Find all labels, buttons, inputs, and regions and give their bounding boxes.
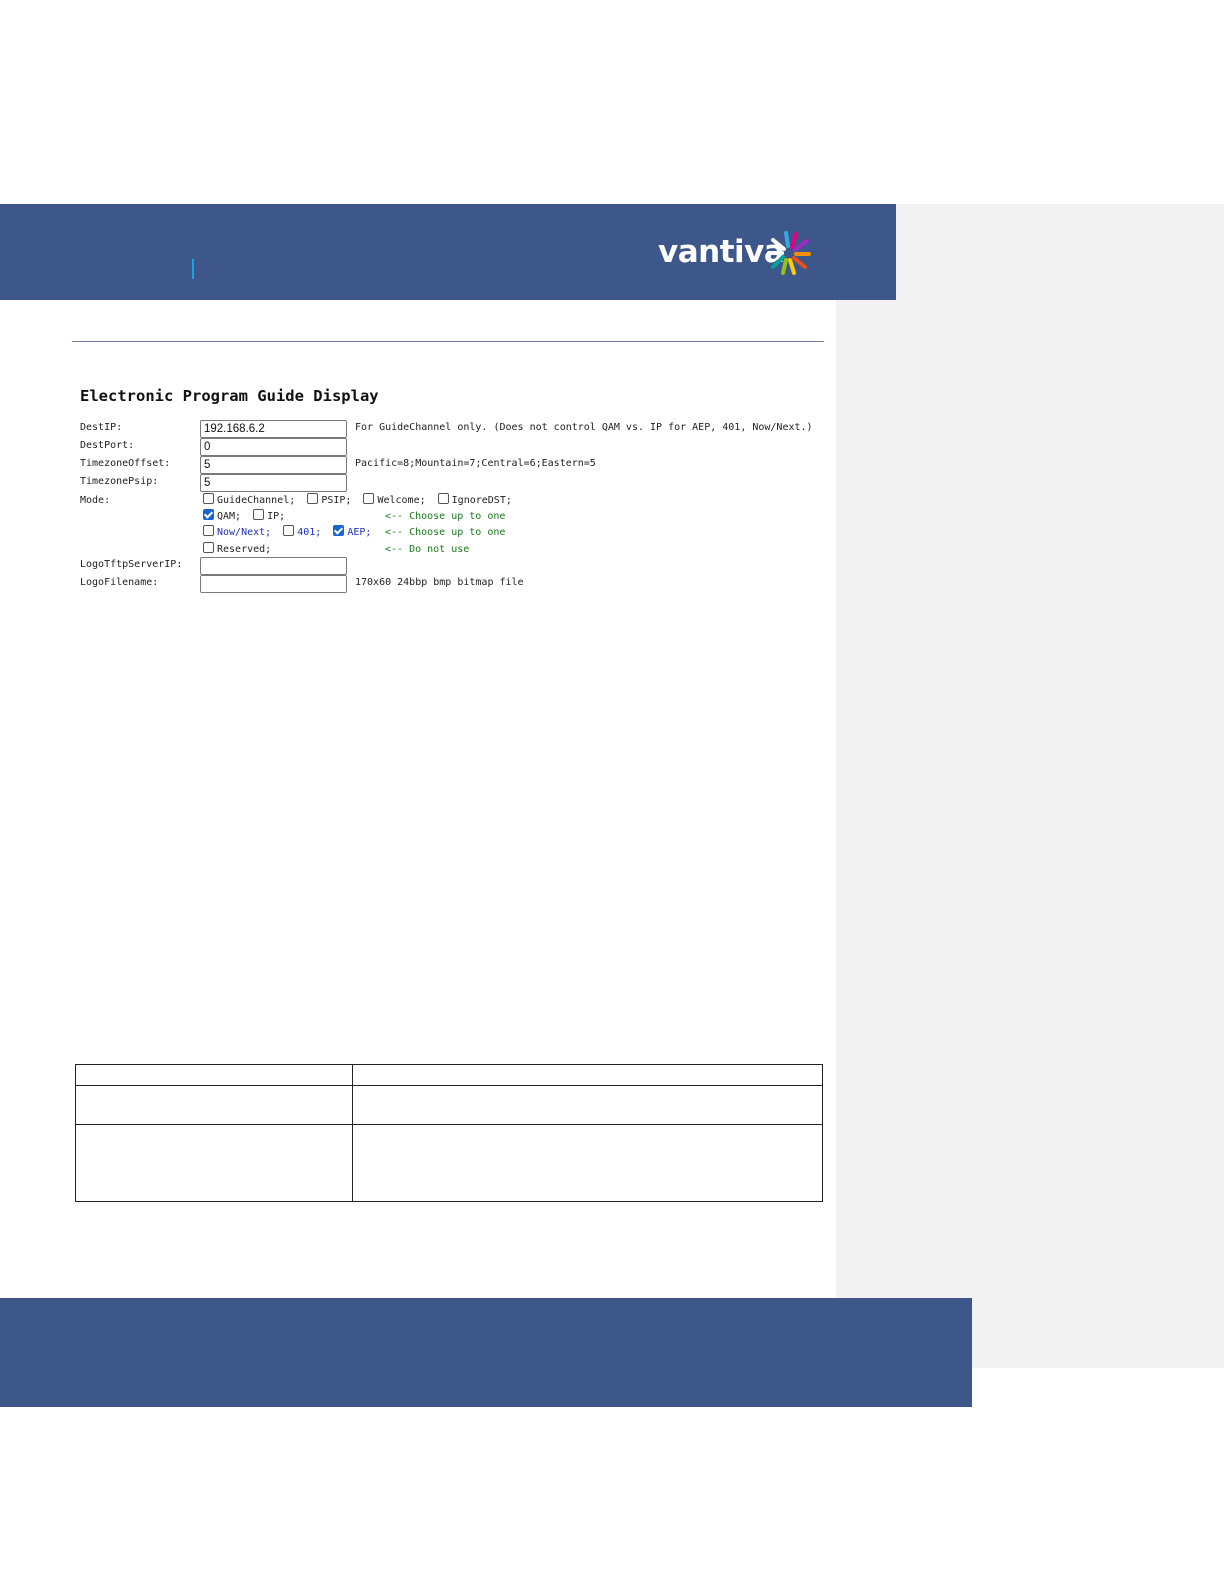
timezone-offset-input[interactable]: 5 xyxy=(200,456,347,474)
aep-label: AEP; xyxy=(347,527,372,538)
mode-option-ip[interactable]: IP; xyxy=(253,509,285,522)
mode-option-now-next[interactable]: Now/Next; xyxy=(203,525,271,538)
dest-ip-input[interactable]: 192.168.6.2 xyxy=(200,420,347,438)
field-dest-port: DestPort: 0 xyxy=(80,438,840,456)
mode-note-2: <-- Choose up to one xyxy=(385,527,506,538)
field-timezone-psip: TimezonePsip: 5 xyxy=(80,474,840,492)
timezone-offset-label: TimezoneOffset: xyxy=(80,458,171,469)
logo-filename-input[interactable] xyxy=(200,575,347,593)
dest-port-label: DestPort: xyxy=(80,440,135,451)
vantiva-logo: vantiva xyxy=(656,230,818,276)
field-timezone-offset: TimezoneOffset: 5 Pacific=8;Mountain=7;C… xyxy=(80,456,840,474)
table-row xyxy=(75,1124,823,1202)
qam-checkbox[interactable] xyxy=(203,509,214,520)
mode-label: Mode: xyxy=(80,495,111,506)
empty-table xyxy=(75,1064,823,1202)
mode-note-3: <-- Do not use xyxy=(385,544,470,555)
401-label: 401; xyxy=(297,527,322,538)
logo-tftp-server-ip-label: LogoTftpServerIP: xyxy=(80,559,183,570)
mode-option-qam[interactable]: QAM; xyxy=(203,509,241,522)
welcome-label: Welcome; xyxy=(377,495,426,506)
footer-band xyxy=(0,1298,972,1407)
ip-label: IP; xyxy=(267,511,286,522)
field-logo-tftp-server-ip: LogoTftpServerIP: xyxy=(80,557,840,575)
logo-tftp-server-ip-input[interactable] xyxy=(200,557,347,575)
table-cell xyxy=(352,1064,823,1086)
timezone-offset-hint: Pacific=8;Mountain=7;Central=6;Eastern=5 xyxy=(355,458,596,469)
table-cell xyxy=(352,1124,823,1202)
ignoredst-checkbox[interactable] xyxy=(437,493,449,504)
guidechannel-label: GuideChannel; xyxy=(217,495,296,506)
table-cell xyxy=(75,1085,353,1125)
section-rule xyxy=(72,341,824,342)
side-panel xyxy=(836,204,1224,1368)
field-logo-filename: LogoFilename: 170x60 24bbp bmp bitmap fi… xyxy=(80,575,840,593)
reserved-checkbox[interactable] xyxy=(203,542,214,553)
mode-options-3: Now/Next; 401; AEP; xyxy=(203,525,377,541)
timezone-psip-input[interactable]: 5 xyxy=(200,474,347,492)
mode-options-4: Reserved; xyxy=(203,542,277,558)
table-cell xyxy=(75,1064,353,1086)
mode-option-guidechannel[interactable]: GuideChannel; xyxy=(203,493,295,506)
mode-option-welcome[interactable]: Welcome; xyxy=(363,493,426,506)
header-divider xyxy=(192,259,194,279)
epg-title: Electronic Program Guide Display xyxy=(80,387,379,405)
table-cell xyxy=(75,1124,353,1202)
logo-starburst-icon xyxy=(767,231,811,275)
mode-options-1: GuideChannel; PSIP; Welcome; IgnoreDST; xyxy=(203,493,518,509)
guidechannel-checkbox[interactable] xyxy=(203,493,214,504)
psip-checkbox[interactable] xyxy=(307,493,319,504)
table-row xyxy=(75,1064,823,1086)
logo-filename-hint: 170x60 24bbp bmp bitmap file xyxy=(355,577,524,588)
mode-options-2: QAM; IP; xyxy=(203,509,291,525)
aep-checkbox[interactable] xyxy=(333,525,345,536)
dest-port-input[interactable]: 0 xyxy=(200,438,347,456)
table-row xyxy=(75,1085,823,1125)
reserved-label: Reserved; xyxy=(217,544,272,555)
logo-filename-label: LogoFilename: xyxy=(80,577,159,588)
mode-option-aep[interactable]: AEP; xyxy=(333,525,371,538)
dest-ip-hint: For GuideChannel only. (Does not control… xyxy=(355,422,813,433)
now-next-checkbox[interactable] xyxy=(203,525,214,536)
now-next-label: Now/Next; xyxy=(217,527,272,538)
table-cell xyxy=(352,1085,823,1125)
epg-settings-panel: Electronic Program Guide Display DestIP:… xyxy=(80,386,840,593)
mode-row-3: Now/Next; 401; AEP; <-- Choose up to one xyxy=(80,525,840,543)
qam-label: QAM; xyxy=(217,511,242,522)
mode-option-psip[interactable]: PSIP; xyxy=(307,493,351,506)
mode-option-ignoredst[interactable]: IgnoreDST; xyxy=(437,493,512,506)
timezone-psip-label: TimezonePsip: xyxy=(80,476,159,487)
welcome-checkbox[interactable] xyxy=(363,493,375,504)
psip-label: PSIP; xyxy=(321,495,352,506)
dest-ip-label: DestIP: xyxy=(80,422,123,433)
mode-option-401[interactable]: 401; xyxy=(283,525,321,538)
ignoredst-label: IgnoreDST; xyxy=(451,495,512,506)
mode-option-reserved[interactable]: Reserved; xyxy=(203,542,271,555)
field-dest-ip: DestIP: 192.168.6.2 For GuideChannel onl… xyxy=(80,420,840,438)
401-checkbox[interactable] xyxy=(283,525,295,536)
ip-checkbox[interactable] xyxy=(253,509,265,520)
mode-note-1: <-- Choose up to one xyxy=(385,511,506,522)
